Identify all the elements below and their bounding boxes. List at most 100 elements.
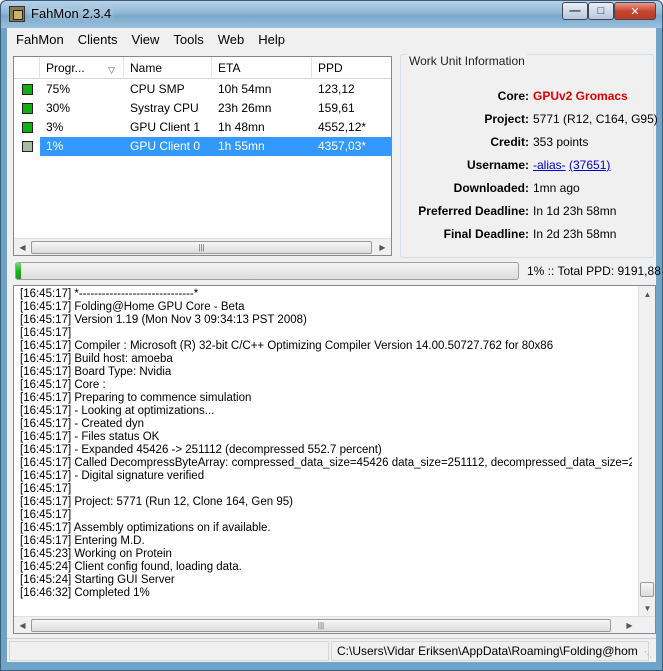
team-link[interactable]: (37651) bbox=[569, 158, 610, 172]
close-icon: ✕ bbox=[630, 5, 640, 18]
name-cell: Systray CPU bbox=[130, 101, 199, 115]
column-name[interactable]: Name bbox=[124, 57, 212, 79]
preferred-deadline-row: Preferred Deadline: In 1d 23h 58mn bbox=[401, 204, 655, 220]
client-row[interactable]: 3% GPU Client 1 1h 48mn 4552,12* bbox=[14, 118, 391, 137]
preferred-deadline-label: Preferred Deadline: bbox=[418, 204, 529, 218]
scroll-thumb[interactable]: ||| bbox=[31, 241, 372, 254]
title-bar[interactable]: FahMon 2.3.4 — □ ✕ bbox=[1, 1, 662, 28]
column-ppd[interactable]: PPD bbox=[312, 57, 391, 79]
window-title: FahMon 2.3.4 bbox=[31, 6, 112, 21]
scroll-left-icon[interactable]: ◀ bbox=[14, 617, 31, 633]
close-button[interactable]: ✕ bbox=[614, 2, 656, 20]
minimize-icon: — bbox=[569, 5, 581, 17]
menu-tools[interactable]: Tools bbox=[166, 32, 210, 47]
client-row[interactable]: 75% CPU SMP 10h 54mn 123,12 bbox=[14, 80, 391, 99]
username-value: -alias- (37651) bbox=[533, 158, 610, 172]
project-value: 5771 (R12, C164, G95) bbox=[533, 112, 658, 126]
log-line: [16:45:17] bbox=[20, 327, 72, 339]
log-line: [16:45:17] Core : bbox=[20, 379, 106, 391]
client-log[interactable]: [16:45:17] *----------------------------… bbox=[13, 285, 656, 634]
menu-help[interactable]: Help bbox=[251, 32, 292, 47]
menu-fahmon[interactable]: FahMon bbox=[9, 32, 71, 47]
log-hscroll-thumb[interactable]: ||| bbox=[31, 619, 611, 632]
log-line: [16:45:17] Folding@Home GPU Core - Beta bbox=[20, 301, 245, 313]
status-ok-icon bbox=[22, 103, 33, 114]
client-row[interactable]: 30% Systray CPU 23h 26mn 159,61 bbox=[14, 99, 391, 118]
status-cell bbox=[14, 80, 40, 99]
eta-cell: 1h 48mn bbox=[218, 120, 265, 134]
credit-label: Credit: bbox=[490, 135, 529, 149]
status-path: C:\Users\Vidar Eriksen\AppData\Roaming\F… bbox=[337, 644, 638, 658]
log-line: [16:45:17] - Files status OK bbox=[20, 431, 160, 443]
log-vertical-scrollbar[interactable]: ▲ ▼ bbox=[638, 286, 655, 617]
final-deadline-value: In 2d 23h 58mn bbox=[533, 227, 617, 241]
column-status[interactable] bbox=[14, 57, 40, 79]
status-ok-icon bbox=[22, 84, 33, 95]
downloaded-label: Downloaded: bbox=[453, 181, 529, 195]
ppd-cell: 4357,03* bbox=[312, 137, 391, 156]
client-row-selected[interactable]: 1% GPU Client 0 1h 55mn 4357,03* bbox=[14, 137, 391, 156]
log-line: [16:45:17] - Looking at optimizations... bbox=[20, 405, 215, 417]
maximize-icon: □ bbox=[597, 5, 605, 17]
core-value: GPUv2 Gromacs bbox=[533, 89, 628, 103]
clients-horizontal-scrollbar[interactable]: ◀ ||| ▶ bbox=[14, 238, 391, 255]
column-eta[interactable]: ETA bbox=[212, 57, 312, 79]
sort-down-icon: ▽ bbox=[108, 65, 115, 75]
final-deadline-row: Final Deadline: In 2d 23h 58mn bbox=[401, 227, 655, 243]
minimize-button[interactable]: — bbox=[562, 2, 588, 20]
clients-list-header: Progr... ▽ Name ETA PPD bbox=[14, 57, 391, 79]
scroll-left-icon[interactable]: ◀ bbox=[14, 239, 31, 256]
menu-bar: FahMon Clients View Tools Web Help bbox=[7, 28, 656, 50]
app-icon bbox=[9, 6, 25, 22]
final-deadline-label: Final Deadline: bbox=[443, 227, 529, 241]
status-cell bbox=[14, 99, 40, 118]
work-unit-info-title: Work Unit Information bbox=[407, 54, 527, 68]
status-segment bbox=[9, 641, 329, 661]
scroll-down-icon[interactable]: ▼ bbox=[639, 600, 655, 617]
client-area: Progr... ▽ Name ETA PPD 75% CPU SMP 10h … bbox=[7, 50, 661, 662]
log-line: [16:45:17] Version 1.19 (Mon Nov 3 09:34… bbox=[20, 314, 307, 326]
log-scroll-thumb[interactable] bbox=[640, 582, 654, 597]
log-line: [16:45:17] Called DecompressByteArray: c… bbox=[20, 457, 632, 469]
menu-clients[interactable]: Clients bbox=[71, 32, 125, 47]
log-line: [16:45:17] *----------------------------… bbox=[20, 288, 199, 300]
log-line: [16:45:17] Preparing to commence simulat… bbox=[20, 392, 252, 404]
maximize-button[interactable]: □ bbox=[588, 2, 614, 20]
log-line: [16:45:17] bbox=[20, 483, 72, 495]
ppd-cell: 159,61 bbox=[318, 101, 355, 115]
credit-row: Credit: 353 points bbox=[401, 135, 655, 151]
clients-list[interactable]: Progr... ▽ Name ETA PPD 75% CPU SMP 10h … bbox=[13, 56, 392, 256]
ppd-cell: 4552,12* bbox=[318, 120, 367, 134]
username-link[interactable]: -alias- bbox=[533, 158, 566, 172]
preferred-deadline-value: In 1d 23h 58mn bbox=[533, 204, 617, 218]
log-horizontal-scrollbar[interactable]: ◀ ||| ▶ bbox=[14, 616, 655, 633]
resize-grip-icon[interactable]: ⋱ bbox=[644, 650, 654, 660]
scroll-right-icon[interactable]: ▶ bbox=[621, 617, 638, 633]
progress-cell: 30% bbox=[46, 101, 71, 115]
log-line: [16:45:17] bbox=[20, 509, 72, 521]
scroll-right-icon[interactable]: ▶ bbox=[374, 239, 391, 256]
project-label: Project: bbox=[484, 112, 529, 126]
progress-cell: 3% bbox=[46, 120, 64, 134]
username-row: Username: -alias- (37651) bbox=[401, 158, 655, 174]
log-line: [16:45:17] Compiler : Microsoft (R) 32-b… bbox=[20, 340, 554, 352]
status-inactive-icon bbox=[22, 141, 33, 152]
log-line: [16:45:23] Working on Protein bbox=[20, 548, 172, 560]
menu-view[interactable]: View bbox=[124, 32, 166, 47]
log-line: [16:46:32] Completed 1% bbox=[20, 587, 150, 599]
column-progress[interactable]: Progr... ▽ bbox=[40, 57, 124, 79]
status-ok-icon bbox=[22, 122, 33, 133]
status-cell bbox=[14, 118, 40, 137]
log-line: [16:45:24] Starting GUI Server bbox=[20, 574, 175, 586]
core-row: Core: GPUv2 Gromacs bbox=[401, 89, 655, 105]
menu-web[interactable]: Web bbox=[211, 32, 252, 47]
work-unit-info-panel: Work Unit Information Core: GPUv2 Gromac… bbox=[400, 54, 658, 258]
log-line: [16:45:17] Assembly optimizations on if … bbox=[20, 522, 271, 534]
project-row: Project: 5771 (R12, C164, G95) bbox=[401, 112, 658, 128]
eta-cell: 1h 55mn bbox=[212, 137, 312, 156]
total-ppd-text: 1% :: Total PPD: 9191,88 bbox=[527, 264, 661, 278]
eta-cell: 23h 26mn bbox=[218, 101, 272, 115]
log-line: [16:45:17] Build host: amoeba bbox=[20, 353, 173, 365]
log-line: [16:45:24] Client config found, loading … bbox=[20, 561, 242, 573]
scroll-up-icon[interactable]: ▲ bbox=[639, 286, 655, 303]
